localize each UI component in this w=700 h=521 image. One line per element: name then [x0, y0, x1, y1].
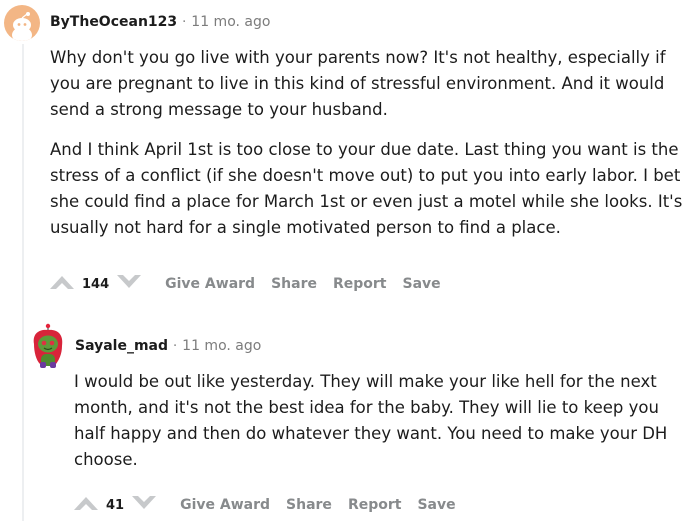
comment-2: Sayale_mad · 11 mo. ago I would be out l…: [0, 305, 700, 521]
share-button[interactable]: Share: [286, 497, 332, 513]
timestamp[interactable]: 11 mo. ago: [191, 14, 270, 30]
report-button[interactable]: Report: [348, 497, 402, 513]
save-button[interactable]: Save: [403, 276, 441, 292]
comment-meta: Sayale_mad · 11 mo. ago: [75, 338, 261, 354]
save-button[interactable]: Save: [417, 497, 455, 513]
vote-score: 41: [106, 497, 125, 513]
comment-meta: ByTheOcean123 · 11 mo. ago: [50, 14, 270, 30]
report-button[interactable]: Report: [333, 276, 387, 292]
timestamp[interactable]: 11 mo. ago: [182, 338, 261, 354]
meta-separator: ·: [182, 15, 187, 30]
avatar-snoo-icon[interactable]: [4, 5, 40, 41]
comment-paragraph: I would be out like yesterday. They will…: [74, 372, 668, 469]
username[interactable]: ByTheOcean123: [50, 14, 177, 30]
upvote-icon[interactable]: [48, 272, 76, 296]
downvote-icon[interactable]: [130, 493, 158, 517]
share-button[interactable]: Share: [271, 276, 317, 292]
give-award-button[interactable]: Give Award: [165, 276, 255, 292]
comment-actions: 144 Give Award Share Report Save: [48, 272, 457, 296]
downvote-icon[interactable]: [115, 272, 143, 296]
give-award-button[interactable]: Give Award: [180, 497, 270, 513]
username[interactable]: Sayale_mad: [75, 338, 168, 354]
comment-paragraph: Why don't you go live with your parents …: [50, 48, 666, 119]
comment-paragraph: And I think April 1st is too close to yo…: [50, 140, 683, 237]
comment-body: Why don't you go live with your parents …: [50, 45, 690, 241]
comment-actions: 41 Give Award Share Report Save: [72, 493, 472, 517]
comment-body: I would be out like yesterday. They will…: [74, 369, 694, 473]
avatar-snoo-icon[interactable]: [29, 322, 67, 370]
comment-1: ByTheOcean123 · 11 mo. ago Why don't you…: [0, 0, 700, 521]
meta-separator: ·: [173, 339, 178, 354]
vote-score: 144: [82, 276, 110, 292]
upvote-icon[interactable]: [72, 493, 100, 517]
